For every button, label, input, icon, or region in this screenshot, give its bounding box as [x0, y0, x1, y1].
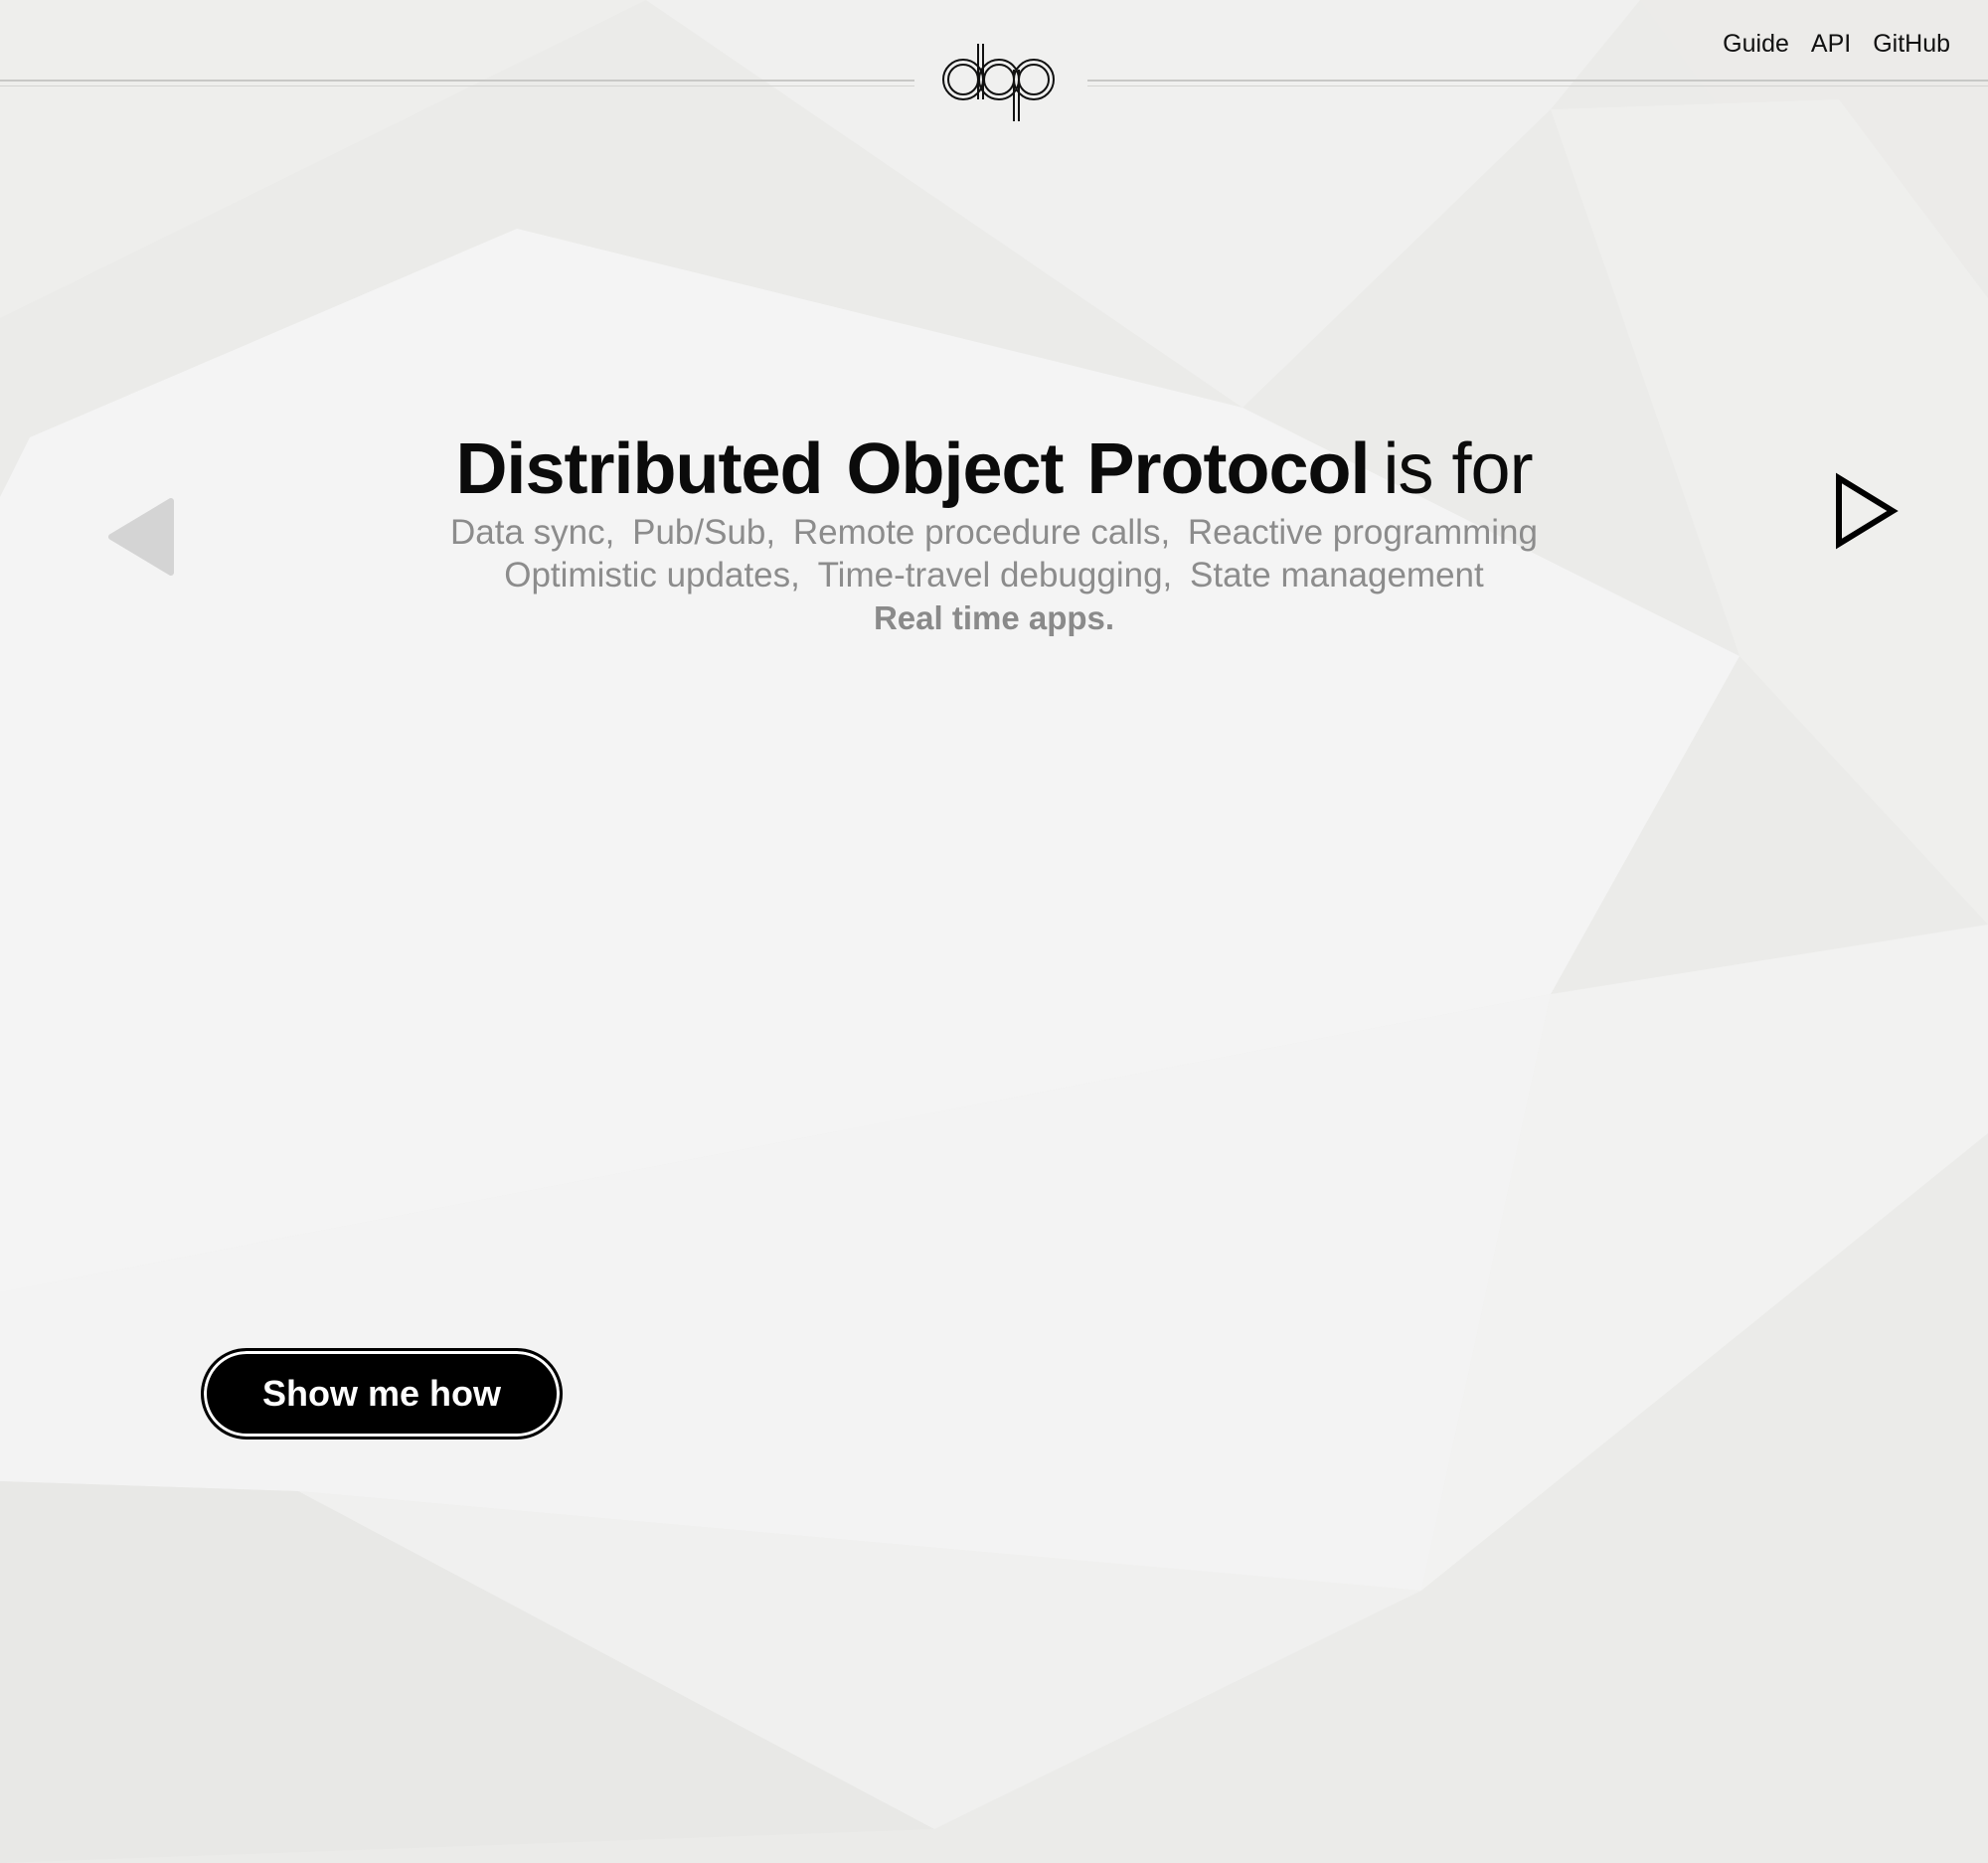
hero: Distributed Object Protocol is for Data syn…	[398, 422, 1590, 639]
feature-item: State management	[1190, 556, 1484, 594]
feature-item: Time-travel debugging,	[817, 556, 1173, 594]
prev-slide-button[interactable]	[107, 497, 177, 577]
triangle-left-icon	[108, 498, 174, 576]
hero-title-word: Protocol	[1086, 429, 1371, 509]
nav-link-guide[interactable]: Guide	[1723, 26, 1789, 62]
feature-list: Data sync, Pub/Sub, Remote procedure cal…	[398, 511, 1590, 639]
nav-link-github[interactable]: GitHub	[1873, 26, 1950, 62]
feature-item: Optimistic updates,	[504, 556, 800, 594]
hero-title-tail: is for	[1383, 429, 1534, 509]
feature-line: Optimistic updates, Time-travel debuggin…	[398, 554, 1590, 596]
dop-logo[interactable]: dop	[939, 40, 1057, 125]
feature-item: Data sync,	[450, 513, 615, 552]
next-slide-button[interactable]	[1829, 470, 1901, 552]
show-me-how-button[interactable]: Show me how	[201, 1348, 563, 1440]
feature-item: Pub/Sub,	[632, 513, 776, 552]
feature-emphasis: Real time apps.	[873, 599, 1115, 636]
feature-line: Data sync, Pub/Sub, Remote procedure cal…	[398, 511, 1590, 554]
hero-title: Distributed Object Protocol is for	[398, 422, 1590, 517]
triangle-right-outline-icon	[1836, 472, 1899, 550]
header-rule-left	[0, 80, 914, 86]
hero-title-word: Object	[846, 429, 1064, 509]
background-polygons	[0, 0, 1988, 1863]
feature-item: Remote procedure calls,	[792, 513, 1171, 552]
nav-link-api[interactable]: API	[1811, 26, 1851, 62]
hero-title-word: Distributed	[455, 429, 823, 509]
feature-item: Reactive programming	[1187, 513, 1538, 552]
header-rule-right	[1087, 80, 1988, 86]
top-nav: Guide API GitHub	[1723, 26, 1950, 62]
